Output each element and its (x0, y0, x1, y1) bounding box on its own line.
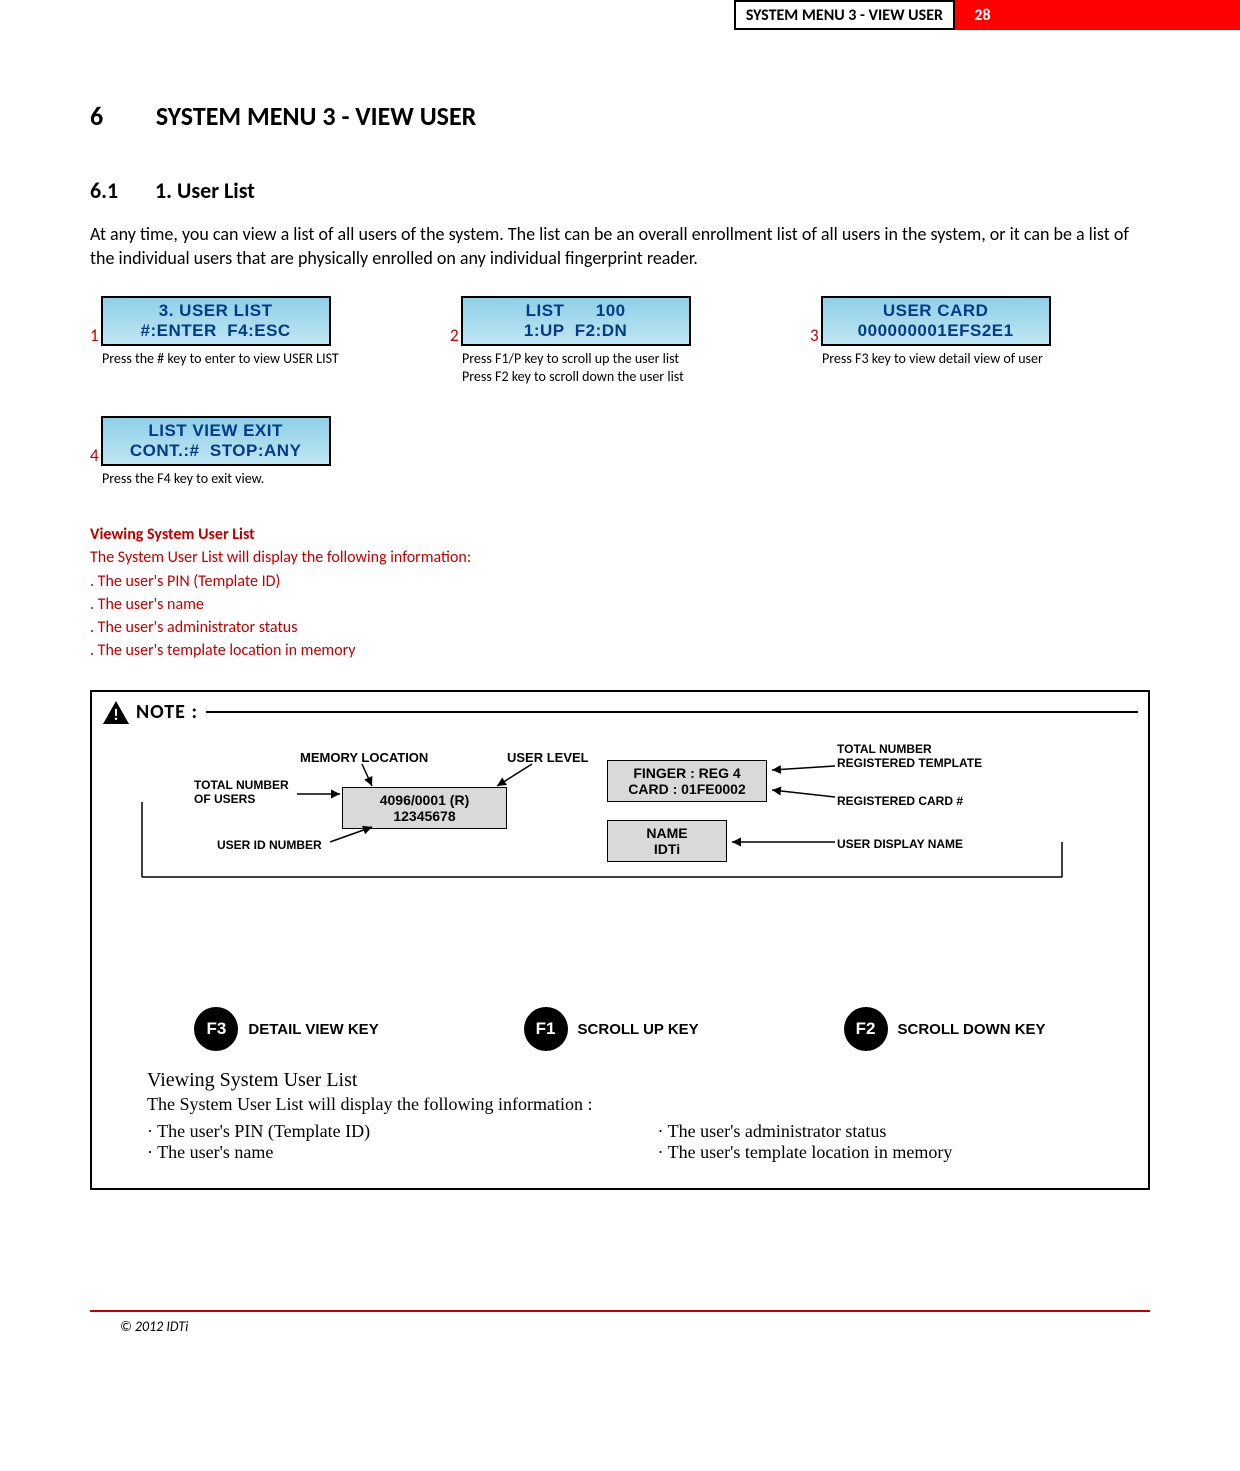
step-number: 1 (90, 327, 99, 346)
redlist-subhead: The System User List will display the fo… (90, 546, 1150, 569)
svg-text:!: ! (113, 706, 118, 725)
lcd-screen: 3. USER LIST #:ENTER F4:ESC (101, 296, 331, 346)
step-number: 2 (450, 327, 459, 346)
redlist-item: . The user's PIN (Template ID) (90, 570, 1150, 593)
fkey-f3: F3 DETAIL VIEW KEY (194, 1007, 378, 1051)
subsection-title: 1. User List (155, 177, 255, 204)
fkey-label: SCROLL DOWN KEY (898, 1021, 1046, 1038)
lcd-screen: LIST 100 1:UP F2:DN (461, 296, 691, 346)
redlist-item: . The user's name (90, 593, 1150, 616)
user-list-diagram: MEMORY LOCATION USER LEVEL TOTAL NUMBER … (112, 742, 1128, 992)
section-number: 6 (90, 100, 150, 132)
diagram-text-col1: The user's PIN (Template ID) The user's … (147, 1121, 598, 1163)
subsection-number: 6.1 (90, 177, 150, 204)
lcd-line2: CONT.:# STOP:ANY (130, 441, 302, 461)
fkey-f2: F2 SCROLL DOWN KEY (844, 1007, 1046, 1051)
subsection-heading: 6.1 1. User List (90, 177, 1150, 204)
redlist-item: . The user's template location in memory (90, 639, 1150, 662)
lcd-caption: Press the # key to enter to view USER LI… (102, 350, 390, 368)
lcd-screen: USER CARD 000000001EFS2E1 (821, 296, 1051, 346)
lcd-line1: LIST 100 (526, 301, 626, 321)
lcd-screen: LIST VIEW EXIT CONT.:# STOP:ANY (101, 416, 331, 466)
viewing-userlist-notes: Viewing System User List The System User… (90, 523, 1150, 662)
header-title: SYSTEM MENU 3 - VIEW USER (734, 0, 955, 30)
lcd-line2: 1:UP F2:DN (524, 321, 627, 341)
redlist-item: . The user's administrator status (90, 616, 1150, 639)
page-header: SYSTEM MENU 3 - VIEW USER 28 (0, 0, 1240, 30)
lcd-line1: USER CARD (883, 301, 989, 321)
note-header: ! NOTE : (92, 692, 1148, 732)
lcd-steps-grid: 1 3. USER LIST #:ENTER F4:ESC Press the … (90, 296, 1150, 489)
lcd-caption: Press the F4 key to exit view. (102, 470, 390, 488)
lcd-line2: #:ENTER F4:ESC (141, 321, 291, 341)
diagram-text-line: The System User List will display the fo… (147, 1094, 1108, 1115)
step-number: 3 (810, 327, 819, 346)
lcd-caption: Press F3 key to view detail view of user (822, 350, 1110, 368)
fkey-label: SCROLL UP KEY (578, 1021, 699, 1038)
section-heading: 6 SYSTEM MENU 3 - VIEW USER (90, 100, 1150, 132)
lcd-line2: 000000001EFS2E1 (858, 321, 1014, 341)
diagram-arrows (112, 742, 1112, 902)
note-diagram-box: ! NOTE : MEMORY LOCATION USER LEVEL TOTA… (90, 690, 1150, 1190)
header-red-strip: SYSTEM MENU 3 - VIEW USER 28 (0, 0, 1240, 30)
note-label: NOTE : (136, 700, 198, 724)
lcd-line1: LIST VIEW EXIT (148, 421, 283, 441)
function-keys-row: F3 DETAIL VIEW KEY F1 SCROLL UP KEY F2 S… (92, 1007, 1148, 1051)
section-title: SYSTEM MENU 3 - VIEW USER (156, 100, 476, 132)
page-footer: © 2012 IDTi (90, 1310, 1150, 1355)
fkey-f1: F1 SCROLL UP KEY (524, 1007, 699, 1051)
fkey-circle: F3 (194, 1007, 238, 1051)
fkey-label: DETAIL VIEW KEY (248, 1021, 378, 1038)
fkey-circle: F2 (844, 1007, 888, 1051)
lcd-line1: 3. USER LIST (159, 301, 273, 321)
fkey-circle: F1 (524, 1007, 568, 1051)
lcd-step-2: 2 LIST 100 1:UP F2:DN Press F1/P key to … (450, 296, 750, 386)
intro-paragraph: At any time, you can view a list of all … (90, 222, 1150, 271)
note-divider (206, 711, 1138, 713)
lcd-step-4: 4 LIST VIEW EXIT CONT.:# STOP:ANY Press … (90, 416, 390, 488)
lcd-step-3: 3 USER CARD 000000001EFS2E1 Press F3 key… (810, 296, 1110, 386)
page-number: 28 (955, 0, 1010, 30)
lcd-step-1: 1 3. USER LIST #:ENTER F4:ESC Press the … (90, 296, 390, 386)
diagram-text-heading: Viewing System User List (147, 1069, 1108, 1092)
diagram-description: Viewing System User List The System User… (92, 1051, 1148, 1163)
warning-icon: ! (102, 700, 130, 725)
diagram-text-col2: The user's administrator status The user… (658, 1121, 1109, 1163)
step-number: 4 (90, 447, 99, 466)
redlist-heading: Viewing System User List (90, 523, 1150, 546)
lcd-caption: Press F1/P key to scroll up the user lis… (462, 350, 750, 386)
